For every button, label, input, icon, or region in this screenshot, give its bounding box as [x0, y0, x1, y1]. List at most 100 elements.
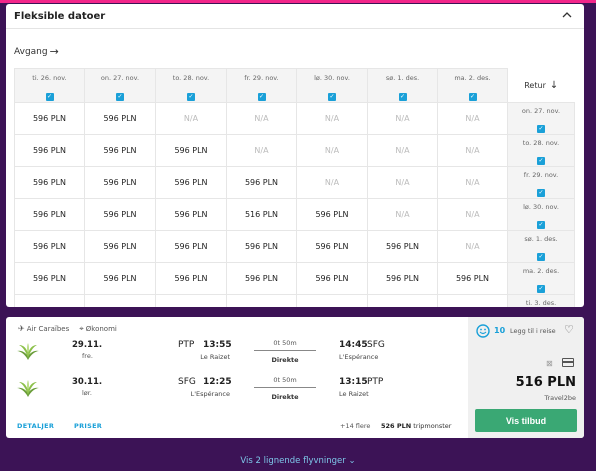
return-date-label: sø. 1. des.	[524, 235, 558, 243]
price-cell[interactable]: 596 PLN	[155, 166, 227, 199]
departure-date-label: ma. 2. des.	[454, 74, 491, 82]
prices-link[interactable]: PRISER	[74, 422, 102, 430]
price-cell[interactable]: 516 PLN	[226, 198, 297, 231]
flight-result-card[interactable]: ✈ Air Caraïbes ⌖ Økonomi 29.11. fre. PTP 1…	[6, 317, 584, 438]
return-date-header[interactable]: ti. 3. des.✓	[507, 294, 575, 307]
heart-icon[interactable]: ♡	[564, 323, 574, 336]
departure-date-label: ti. 26. nov.	[32, 74, 67, 82]
checkbox-icon[interactable]: ✓	[116, 93, 124, 101]
departure-date-header[interactable]: on. 27. nov. ✓	[84, 68, 156, 103]
leg-day: fre.	[82, 352, 93, 360]
price-cell: N/A	[296, 134, 368, 167]
checkbox-icon[interactable]: ✓	[537, 157, 545, 165]
return-date-header[interactable]: to. 28. nov. ✓	[507, 134, 575, 167]
price-cell[interactable]: 596 PLN	[367, 262, 438, 295]
departure-date-header[interactable]: lø. 30. nov. ✓	[296, 68, 368, 103]
price-cell[interactable]: 596 PLN	[14, 134, 85, 167]
similar-flights-link[interactable]: Vis 2 lignende flyvninger ⌄	[0, 456, 596, 466]
smiley-icon	[476, 324, 490, 338]
arrow-down-icon: ↓	[549, 79, 559, 91]
checkbox-icon[interactable]: ✓	[537, 125, 545, 133]
add-to-trip-label[interactable]: Legg til i reise	[510, 327, 556, 335]
checkbox-icon[interactable]: ✓	[537, 221, 545, 229]
details-link[interactable]: DETALJER	[17, 422, 54, 430]
checkbox-icon[interactable]: ✓	[187, 93, 195, 101]
price-cell[interactable]: 596 PLN	[155, 230, 227, 263]
price-cell[interactable]: 596 PLN	[84, 134, 156, 167]
cabin-class: Økonomi	[85, 325, 117, 333]
price-cell[interactable]: 596 PLN	[84, 294, 156, 307]
arrival-airport-code: PTP	[367, 377, 384, 387]
price-cell[interactable]: 596 PLN	[14, 262, 85, 295]
return-axis-label: Retur ↓	[507, 68, 575, 103]
price-cell[interactable]: 596 PLN	[155, 134, 227, 167]
price-cell[interactable]: 596 PLN	[226, 166, 297, 199]
price-cell[interactable]: 596 PLN	[84, 262, 156, 295]
checkbox-icon[interactable]: ✓	[257, 93, 266, 101]
return-date-header[interactable]: lø. 30. nov. ✓	[507, 198, 575, 231]
departure-date-header[interactable]: ma. 2. des. ✓	[437, 68, 508, 103]
departure-date-header[interactable]: ti. 26. nov. ✓	[14, 68, 85, 103]
checkbox-icon[interactable]: ✓	[468, 93, 477, 101]
departure-date-label: lø. 30. nov.	[314, 74, 350, 82]
grid-row: 596 PLN596 PLN596 PLN596 PLN596 PLN596 P…	[14, 262, 575, 295]
price-cell[interactable]: 596 PLN	[14, 166, 85, 199]
price-cell: N/A	[367, 166, 438, 199]
price-cell[interactable]: 596 PLN	[155, 262, 227, 295]
similar-flights-label: Vis 2 lignende flyvninger	[240, 456, 346, 466]
price-cell[interactable]: 596 PLN	[14, 230, 85, 263]
price-cell[interactable]: 596 PLN	[296, 262, 368, 295]
checkbox-icon[interactable]: ✓	[537, 285, 545, 293]
price-cell[interactable]: 596 PLN	[226, 262, 297, 295]
price-cell[interactable]: 596 PLN	[437, 294, 508, 307]
leg-date: 29.11.	[72, 340, 103, 350]
return-date-header[interactable]: sø. 1. des. ✓	[507, 230, 575, 263]
price-cell[interactable]: 596 PLN	[367, 294, 438, 307]
price-cell: N/A	[437, 134, 508, 167]
alt-provider-offer[interactable]: 526 PLN tripmonster	[381, 422, 451, 430]
price-cell[interactable]: 596 PLN	[296, 198, 368, 231]
departure-date-label: to. 28. nov.	[172, 74, 210, 82]
price-cell[interactable]: 596 PLN	[437, 262, 508, 295]
flight-duration: 0t 50m	[273, 376, 297, 384]
checkbox-icon[interactable]: ✓	[398, 93, 407, 101]
return-date-header[interactable]: fr. 29. nov. ✓	[507, 166, 575, 199]
price-cell: N/A	[296, 102, 368, 135]
price-cell[interactable]: 596 PLN	[296, 294, 368, 307]
return-date-header[interactable]: ma. 2. des. ✓	[507, 262, 575, 295]
price-cell[interactable]: 596 PLN	[155, 198, 227, 231]
price-cell[interactable]: 596 PLN	[84, 102, 156, 135]
price-cell[interactable]: 596 PLN	[14, 198, 85, 231]
chevron-up-icon[interactable]	[562, 11, 572, 21]
departure-date-header[interactable]: sø. 1. des. ✓	[367, 68, 438, 103]
return-date-label: to. 28. nov.	[522, 139, 560, 147]
arrival-time: 13:15	[339, 377, 368, 387]
price-cell[interactable]: 596 PLN	[155, 294, 227, 307]
price-cell[interactable]: 596 PLN	[84, 166, 156, 199]
price-cell[interactable]: 596 PLN	[226, 294, 297, 307]
result-footer: DETALJER PRISER +14 flere 526 PLN tripmo…	[6, 417, 468, 435]
departure-date-header[interactable]: to. 28. nov. ✓	[155, 68, 227, 103]
arrival-city: L'Espérance	[339, 353, 379, 361]
flexible-dates-header[interactable]: Fleksible datoer	[6, 4, 584, 29]
tag-icon: ⌖	[79, 324, 84, 333]
checkbox-icon[interactable]: ✓	[537, 189, 545, 197]
price-cell[interactable]: 596 PLN	[84, 230, 156, 263]
checkbox-icon[interactable]: ✓	[537, 253, 545, 261]
plane-icon: ✈	[18, 324, 25, 333]
price-cell[interactable]: 596 PLN	[14, 294, 85, 307]
price-cell[interactable]: 596 PLN	[226, 230, 297, 263]
flexible-dates-title: Fleksible datoer	[14, 10, 106, 22]
departure-date-label: fr. 29. nov.	[244, 74, 279, 82]
price-cell[interactable]: 596 PLN	[14, 102, 85, 135]
view-offer-button[interactable]: Vis tilbud	[475, 409, 577, 432]
departure-date-header[interactable]: fr. 29. nov. ✓	[226, 68, 297, 103]
return-date-header[interactable]: on. 27. nov. ✓	[507, 102, 575, 135]
price-cell[interactable]: 596 PLN	[84, 198, 156, 231]
price-cell[interactable]: 596 PLN	[367, 230, 438, 263]
more-providers-link[interactable]: +14 flere	[340, 422, 370, 430]
checkbox-icon[interactable]: ✓	[328, 93, 336, 101]
price-cell[interactable]: 596 PLN	[296, 230, 368, 263]
checkbox-icon[interactable]: ✓	[45, 93, 54, 101]
return-date-label: ma. 2. des.	[522, 267, 560, 275]
